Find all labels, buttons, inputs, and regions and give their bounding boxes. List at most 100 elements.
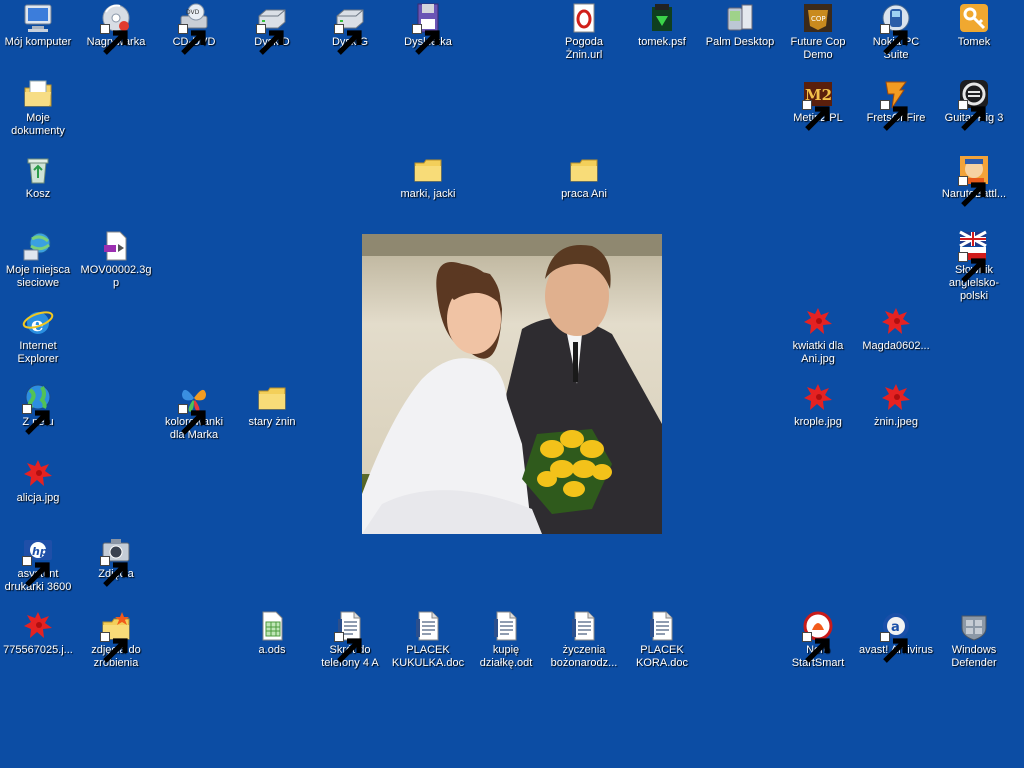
desktop-icon-kupie-dzialke[interactable]: kupię działkę.odt	[468, 610, 544, 670]
computer-icon	[22, 2, 54, 34]
desktop-icon-mov00002[interactable]: MOV00002.3gp	[78, 230, 154, 290]
image-file-icon	[802, 382, 834, 414]
desktop-icon-tomek[interactable]: Tomek	[936, 2, 1012, 49]
desktop-icon-metin2[interactable]: M2 Metin2 PL	[780, 78, 856, 131]
desktop-icon-label: marki, jacki	[400, 188, 456, 200]
desktop-icon-dysk-g[interactable]: Dysk G	[312, 2, 388, 55]
shortcut-arrow-icon	[334, 24, 362, 55]
document-file-icon	[412, 610, 444, 642]
desktop-icon-label: Kosz	[25, 188, 51, 200]
folder-icon	[256, 382, 288, 414]
desktop-icon-moje-miejsca[interactable]: Moje miejsca sieciowe	[0, 230, 76, 290]
desktop-icon-label: Pogoda Żnin.url	[565, 36, 603, 61]
desktop-icon-dyskietka[interactable]: Dyskietka	[390, 2, 466, 55]
desktop-icon-internet-explorer[interactable]: e Internet Explorer	[0, 306, 76, 366]
desktop-icon-label: Moje miejsca sieciowe	[5, 264, 71, 289]
document-file-icon	[646, 610, 678, 642]
desktop-icon-kolorowanki[interactable]: kolorowanki dla Marka	[156, 382, 232, 442]
desktop-icon-z-netu[interactable]: Z netu	[0, 382, 76, 435]
desktop-icon-alicja[interactable]: alicja.jpg	[0, 458, 76, 505]
desktop-icon-moje-dokumenty[interactable]: Moje dokumenty	[0, 78, 76, 138]
desktop-icon-label: Internet Explorer	[17, 340, 59, 365]
desktop-icon-label: PLACEK KORA.doc	[636, 644, 688, 669]
desktop-icon-palm-desktop[interactable]: Palm Desktop	[702, 2, 778, 49]
desktop-icon-krople[interactable]: krople.jpg	[780, 382, 856, 429]
desktop-icon-placek-kukulka[interactable]: PLACEK KUKULKA.doc	[390, 610, 466, 670]
desktop-icon-label: stary żnin	[248, 416, 296, 428]
shortcut-arrow-icon	[802, 100, 830, 131]
desktop-icon-zdjecia-do-zrobienia[interactable]: zdjęcia do zrobienia	[78, 610, 154, 670]
desktop-icon-marki-jacki[interactable]: marki, jacki	[390, 154, 466, 201]
desktop-icon-label: Palm Desktop	[705, 36, 775, 48]
desktop-icon-nero[interactable]: Nero StartSmart	[780, 610, 856, 670]
desktop-icon-zyczenia[interactable]: życzenia bożonarodz...	[546, 610, 622, 670]
desktop-icon-label: MOV00002.3gp	[80, 264, 152, 289]
desktop-icon-praca-ani[interactable]: praca Ani	[546, 154, 622, 201]
desktop-icon-slownik[interactable]: Słownik angielsko-polski	[936, 230, 1012, 303]
desktop-icon-tomek-psf[interactable]: tomek.psf	[624, 2, 700, 49]
desktop-icon-kwiatki[interactable]: kwiatki dla Ani.jpg	[780, 306, 856, 366]
desktop-icon-775567025[interactable]: 775567025.j...	[0, 610, 76, 657]
camera-icon	[100, 534, 132, 587]
nero-icon	[802, 610, 834, 663]
my-documents-icon	[22, 78, 54, 110]
desktop-icon-frets-on-fire[interactable]: FretsOnFire	[858, 78, 934, 131]
windows-defender-icon	[958, 610, 990, 642]
cd-burner-icon	[100, 2, 132, 55]
shortcut-arrow-icon	[958, 176, 986, 207]
desktop-icon-guitar-rig[interactable]: Guitar Rig 3	[936, 78, 1012, 131]
hard-drive-icon	[334, 2, 366, 55]
desktop-icon-dysk-d[interactable]: Dysk D	[234, 2, 310, 55]
shortcut-arrow-icon	[22, 556, 50, 587]
desktop-icon-label: Windows Defender	[951, 644, 997, 669]
desktop-icon-placek-kora[interactable]: PLACEK KORA.doc	[624, 610, 700, 670]
desktop-icon-zdjecia[interactable]: Zdjęcia	[78, 534, 154, 587]
desktop-icon-znin-jpeg[interactable]: żnin.jpeg	[858, 382, 934, 429]
document-file-icon	[490, 610, 522, 642]
desktop-icon-naruto[interactable]: NarutoBattl...	[936, 154, 1012, 207]
desktop-icon-moj-komputer[interactable]: Mój komputer	[0, 2, 76, 49]
desktop-icon-cd-dvd[interactable]: DVD CD-DVD	[156, 2, 232, 55]
desktop-icon-label: PLACEK KUKULKA.doc	[391, 644, 465, 669]
desktop-icon-label: żnin.jpeg	[873, 416, 919, 428]
shortcut-arrow-icon	[256, 24, 284, 55]
desktop-icon-label: kwiatki dla Ani.jpg	[792, 340, 844, 365]
desktop-icon-nagrywarka[interactable]: Nagrywarka	[78, 2, 154, 55]
desktop-icon-label: Mój komputer	[4, 36, 72, 48]
shortcut-arrow-icon	[334, 632, 362, 663]
image-file-icon	[22, 610, 54, 642]
desktop-icon-nokia-pc-suite[interactable]: Nokia PC Suite	[858, 2, 934, 62]
shortcut-arrow-icon	[880, 100, 908, 131]
desktop-icon-avast[interactable]: a avast! Antivirus	[858, 610, 934, 663]
desktop-icon-label: alicja.jpg	[16, 492, 60, 504]
image-file-icon	[22, 458, 54, 490]
desktop-icon-label: krople.jpg	[794, 416, 842, 428]
shortcut-arrow-icon	[100, 556, 128, 587]
shortcut-arrow-icon	[22, 404, 50, 435]
desktop-icon-a-ods[interactable]: a.ods	[234, 610, 310, 657]
desktop-icon-future-cop[interactable]: COP Future Cop Demo	[780, 2, 856, 62]
dvd-drive-icon: DVD	[178, 2, 210, 55]
desktop-icon-asystent-hp[interactable]: hp asystent drukarki 3600	[0, 534, 76, 594]
desktop-icon-label: Magda0602...	[862, 340, 930, 352]
shortcut-arrow-icon	[880, 24, 908, 55]
desktop-icon-label: Tomek	[957, 36, 991, 48]
folder-icon	[412, 154, 444, 186]
desktop-icon-kosz[interactable]: Kosz	[0, 154, 76, 201]
desktop-icon-pogoda-znin[interactable]: Pogoda Żnin.url	[546, 2, 622, 62]
desktop-icon-label: życzenia bożonarodz...	[550, 644, 618, 669]
desktop-icon-label: Moje dokumenty	[11, 112, 65, 137]
palm-icon	[724, 2, 756, 34]
shortcut-arrow-icon	[802, 632, 830, 663]
desktop-icon-skrot-telefony[interactable]: Skrót do telefony 4 A	[312, 610, 388, 670]
svg-text:DVD: DVD	[186, 9, 200, 16]
floppy-icon	[412, 2, 444, 55]
internet-explorer-icon: e	[22, 306, 54, 338]
desktop-icon-stary-znin[interactable]: stary żnin	[234, 382, 310, 429]
desktop-icon-windows-defender[interactable]: Windows Defender	[936, 610, 1012, 670]
folder-special-icon	[100, 610, 132, 663]
desktop-icon-label: praca Ani	[561, 188, 607, 200]
desktop[interactable]: Mój komputer Nagrywarka DVD CD-DVD Dysk D Dys…	[0, 0, 1024, 768]
shortcut-arrow-icon	[880, 632, 908, 663]
desktop-icon-magda[interactable]: Magda0602...	[858, 306, 934, 353]
